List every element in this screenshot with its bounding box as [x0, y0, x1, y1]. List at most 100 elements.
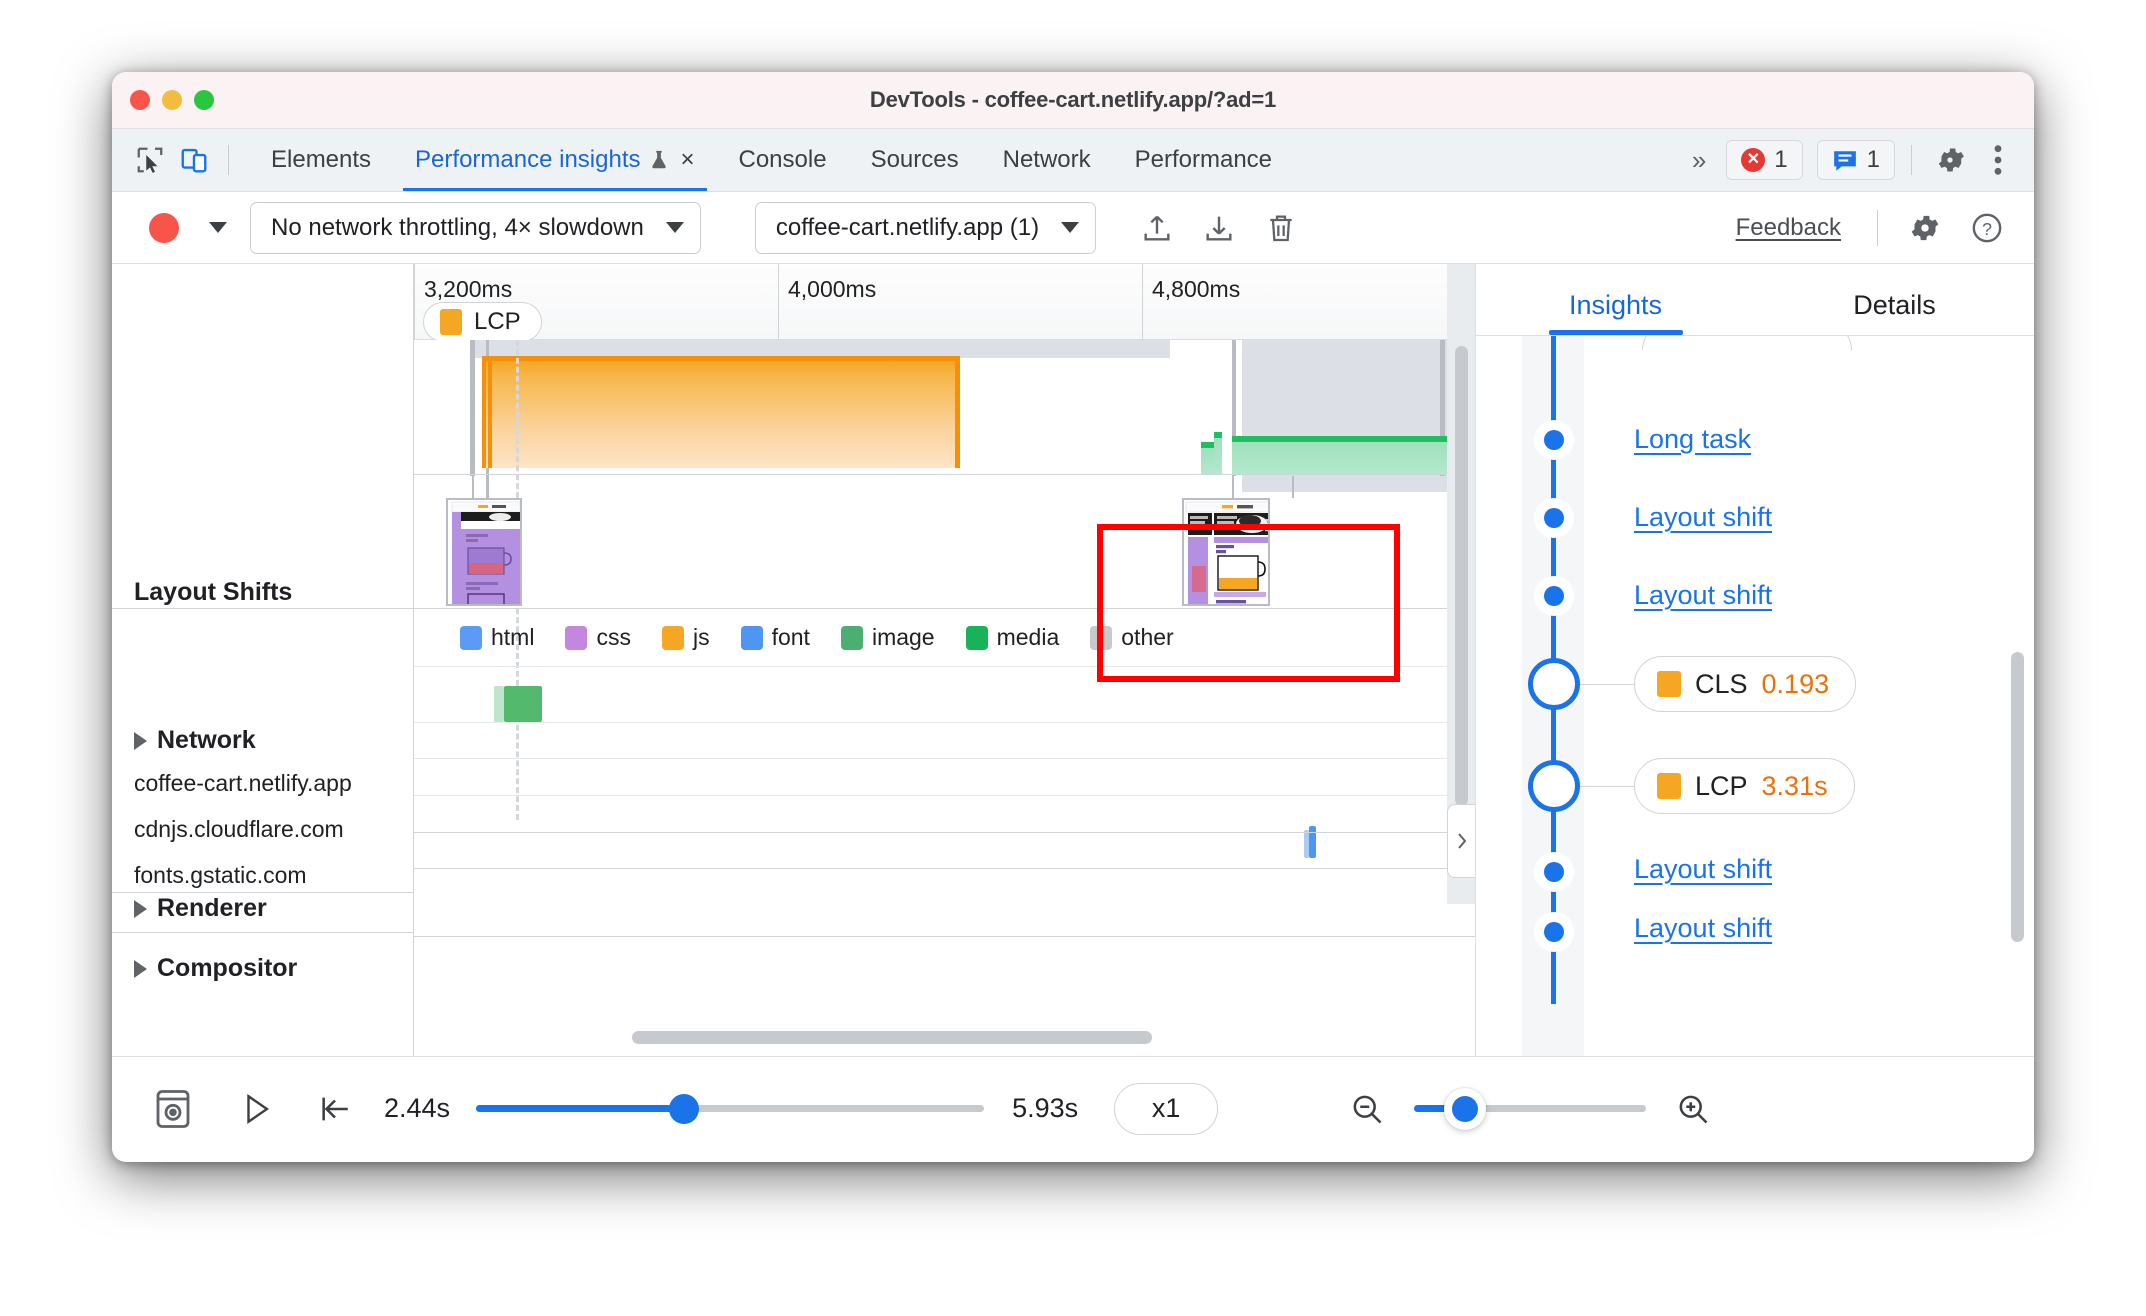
message-count-chip[interactable]: 1: [1816, 140, 1895, 180]
inspect-element-icon[interactable]: [128, 138, 172, 182]
kebab-menu-icon[interactable]: [1976, 138, 2020, 182]
jump-to-start-icon[interactable]: [304, 1082, 366, 1136]
insight-node[interactable]: [1534, 912, 1574, 952]
insight-node-large[interactable]: [1528, 760, 1580, 812]
error-count-chip[interactable]: ✕ 1: [1726, 140, 1803, 180]
tab-details[interactable]: Details: [1755, 290, 2034, 335]
more-tabs-icon[interactable]: »: [1676, 145, 1722, 176]
maximize-window-button[interactable]: [194, 90, 214, 110]
legend-swatch-js: [661, 625, 684, 650]
progress-fill: [476, 1105, 685, 1112]
zoom-out-icon[interactable]: [1336, 1082, 1398, 1136]
tab-performance-insights[interactable]: Performance insights ×: [393, 129, 716, 191]
lane-divider: [414, 832, 1475, 833]
metric-pill-lcp[interactable]: LCP 3.31s: [1634, 758, 1855, 814]
metric-connector: [1580, 786, 1638, 787]
tab-elements[interactable]: Elements: [249, 129, 393, 191]
thumbnail-stem: [472, 476, 474, 498]
insight-node[interactable]: [1534, 576, 1574, 616]
render-block[interactable]: [1214, 432, 1222, 474]
network-request-bar[interactable]: [1309, 826, 1316, 858]
filmstrip-thumbnail[interactable]: [446, 498, 522, 606]
lcp-marker-pill[interactable]: LCP: [423, 302, 542, 342]
tab-sources[interactable]: Sources: [849, 129, 981, 191]
flask-icon: [648, 147, 670, 173]
gear-icon[interactable]: [1898, 204, 1952, 252]
name-lane-divider: [112, 608, 413, 609]
legend-label-css: css: [596, 624, 631, 650]
chevron-down-icon: [665, 222, 684, 233]
record-button[interactable]: [138, 212, 190, 243]
insight-link-long-task[interactable]: Long task: [1634, 424, 1751, 455]
insight-node[interactable]: [1534, 852, 1574, 892]
name-lane-divider: [112, 932, 413, 933]
zoom-slider[interactable]: [1414, 1087, 1647, 1130]
insight-node[interactable]: [1534, 498, 1574, 538]
network-request-bar[interactable]: [494, 686, 504, 722]
trash-icon[interactable]: [1254, 204, 1308, 252]
track-label: Layout Shifts: [134, 578, 293, 606]
device-toolbar-icon[interactable]: [172, 138, 216, 182]
track-name-compositor[interactable]: Compositor: [134, 954, 297, 983]
play-icon[interactable]: [226, 1082, 288, 1136]
error-count-label: 1: [1774, 146, 1788, 173]
thumbnail-stem: [486, 476, 488, 498]
expand-triangle-icon[interactable]: [134, 959, 147, 978]
tab-console[interactable]: Console: [717, 129, 849, 191]
render-block[interactable]: [1232, 436, 1447, 474]
record-options-button[interactable]: [198, 222, 238, 233]
legend-swatch-html: [460, 625, 482, 650]
timeline-horizontal-scrollbar[interactable]: [632, 1031, 1152, 1044]
legend-item-other: other: [1090, 624, 1174, 651]
expand-triangle-icon[interactable]: [134, 731, 147, 750]
tabbar-right-actions: » ✕ 1 1: [1676, 138, 2020, 182]
download-icon[interactable]: [1192, 204, 1246, 252]
help-circle-icon[interactable]: ?: [1960, 204, 2014, 252]
insight-node[interactable]: [1534, 420, 1574, 460]
track-name-layout-shifts[interactable]: Layout Shifts: [134, 578, 292, 607]
lane-divider: [414, 474, 1475, 475]
ruler-tick-label: 3,200ms: [424, 276, 513, 302]
zoom-knob[interactable]: [1444, 1087, 1487, 1130]
record-circle-icon: [149, 212, 179, 243]
feedback-link[interactable]: Feedback: [1736, 214, 1841, 242]
timeline-ruler[interactable]: 3,200ms 4,000ms 4,800ms LCP: [414, 264, 1475, 342]
trace-select[interactable]: coffee-cart.netlify.app (1): [754, 201, 1097, 254]
insight-node-large[interactable]: [1528, 658, 1580, 710]
performance-toolbar: No network throttling, 4× slowdown coffe…: [112, 192, 2034, 264]
filmstrip-thumbnail[interactable]: [1182, 498, 1270, 606]
filmstrip-icon[interactable]: [142, 1082, 204, 1136]
track-name-network[interactable]: Network: [134, 726, 256, 755]
throttling-select[interactable]: No network throttling, 4× slowdown: [250, 201, 701, 254]
upload-icon[interactable]: [1130, 204, 1184, 252]
network-row-coffee-cart[interactable]: coffee-cart.netlify.app: [134, 770, 352, 797]
insight-link-layout-shift-4[interactable]: Layout shift: [1634, 913, 1772, 944]
close-window-button[interactable]: [130, 90, 150, 110]
tab-close-icon[interactable]: ×: [680, 148, 694, 172]
gear-icon[interactable]: [1928, 138, 1972, 182]
zoom-in-icon[interactable]: [1662, 1082, 1724, 1136]
network-row-cdnjs[interactable]: cdnjs.cloudflare.com: [134, 816, 344, 843]
playback-progress-slider[interactable]: [476, 1093, 985, 1124]
progress-knob[interactable]: [669, 1093, 700, 1124]
insight-link-layout-shift-2[interactable]: Layout shift: [1634, 580, 1772, 611]
network-row-fonts-gstatic[interactable]: fonts.gstatic.com: [134, 862, 307, 889]
tab-insights[interactable]: Insights: [1476, 290, 1755, 335]
insight-link-layout-shift-3[interactable]: Layout shift: [1634, 854, 1772, 885]
timeline-vertical-scrollbar[interactable]: [1455, 346, 1468, 806]
tab-network[interactable]: Network: [981, 129, 1113, 191]
playback-rate-button[interactable]: x1: [1114, 1082, 1219, 1135]
metric-pill-cls[interactable]: CLS 0.193: [1634, 656, 1857, 712]
minimize-window-button[interactable]: [162, 90, 182, 110]
legend-item-html: html: [460, 624, 534, 651]
expand-triangle-icon[interactable]: [134, 899, 147, 918]
sidebar-collapse-handle[interactable]: [1447, 804, 1475, 878]
insights-scrollbar[interactable]: [2011, 652, 2024, 942]
caret-down-icon: [209, 222, 227, 233]
timeline-body[interactable]: html css js font image media other: [414, 264, 1475, 1056]
network-request-bar[interactable]: [504, 686, 542, 722]
insight-link-layout-shift-1[interactable]: Layout shift: [1634, 502, 1772, 533]
long-task-block[interactable]: [488, 356, 960, 468]
track-name-renderer[interactable]: Renderer: [134, 894, 267, 923]
tab-performance[interactable]: Performance: [1113, 129, 1294, 191]
